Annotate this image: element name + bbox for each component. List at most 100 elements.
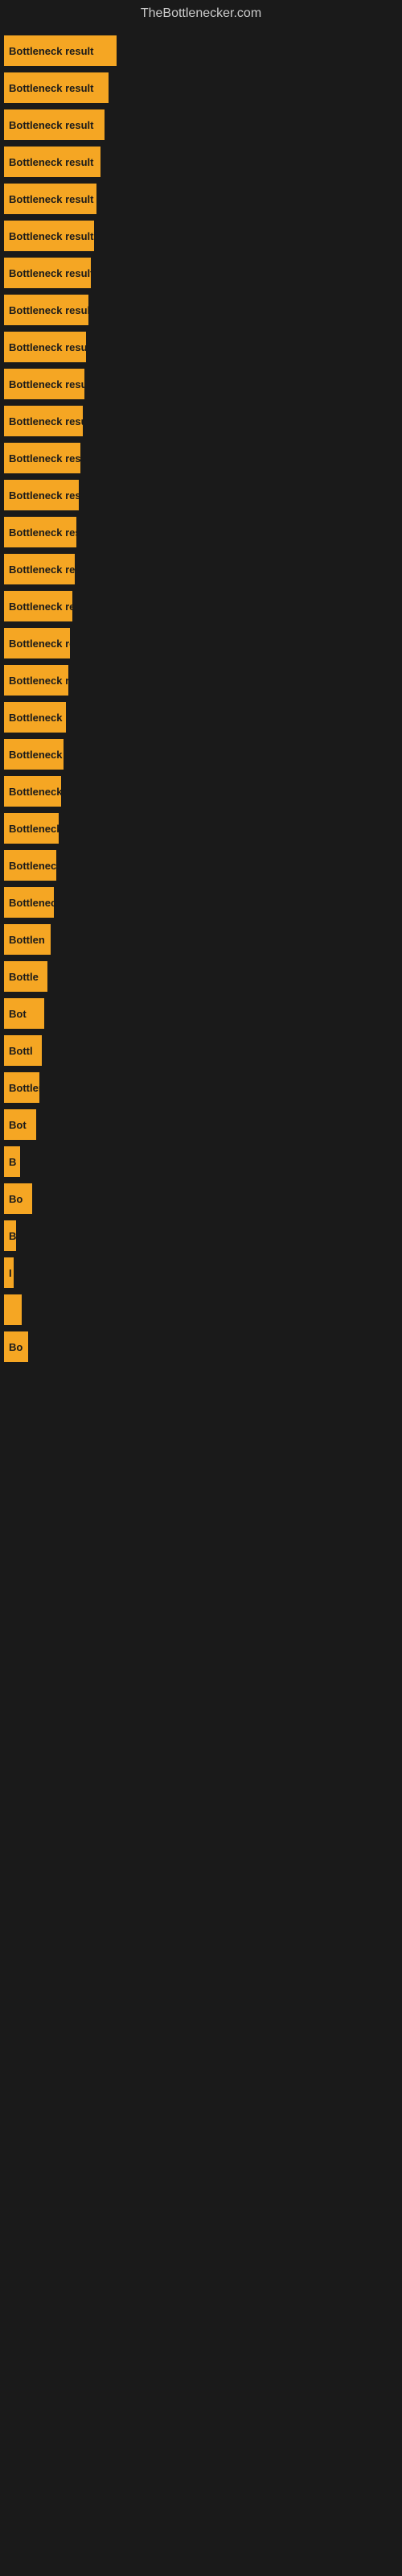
bar-item[interactable]: Bottleneck result (4, 221, 94, 251)
bar-row: Bottleneck r (0, 702, 402, 733)
bar-row: Bottl (0, 1035, 402, 1066)
site-title: TheBottlenecker.com (0, 0, 402, 27)
bar-label: Bottleneck result (9, 341, 86, 353)
bar-item[interactable]: Bottleneck result (4, 369, 84, 399)
bar-item[interactable]: Bottleneck result (4, 295, 88, 325)
bar-item[interactable]: Bottleneck result (4, 35, 117, 66)
bar-row: Bottleneck result (0, 295, 402, 325)
bar-item[interactable]: Bottleneck result (4, 258, 91, 288)
bar-label: Bottleneck re (9, 786, 61, 798)
bar-item[interactable]: Bottleneck result (4, 332, 86, 362)
bar-label: Bottleneck result (9, 45, 93, 57)
bar-label: Bottleneck result (9, 823, 59, 835)
bar-label: Bottleneck result (9, 267, 91, 279)
bar-item[interactable]: Bottleneck resu (4, 665, 68, 696)
bar-row: Bottleneck result (0, 813, 402, 844)
bar-row: B (0, 1146, 402, 1177)
bar-row: Bottleneck resu (0, 887, 402, 918)
bar-row: Bottleneck resu (0, 739, 402, 770)
bar-label: Bottleneck result (9, 601, 72, 613)
bar-item[interactable]: B (4, 1146, 20, 1177)
bar-item[interactable]: Bottleneck result (4, 517, 76, 547)
bar-item[interactable]: Bottleneck r (4, 702, 66, 733)
bar-label: Bottleneck (9, 860, 56, 872)
bar-item[interactable]: Bottleneck (4, 850, 56, 881)
bar-row: B (0, 1220, 402, 1251)
bar-item[interactable]: Bottleneck resu (4, 739, 64, 770)
bar-row: Bottleneck result (0, 517, 402, 547)
bar-label: Bottleneck result (9, 489, 79, 502)
bar-row: Bottleneck re (0, 776, 402, 807)
bar-row: Bot (0, 998, 402, 1029)
bar-item[interactable]: B (4, 1220, 16, 1251)
bar-label: Bottleneck result (9, 564, 75, 576)
bar-row: Bottleneck result (0, 554, 402, 584)
bar-row: Bottleneck result (0, 184, 402, 214)
bar-item[interactable]: Bo (4, 1183, 32, 1214)
bar-item[interactable]: Bottleneck result (4, 813, 59, 844)
bar-label: Bottleneck result (9, 230, 93, 242)
bar-label: Bottleneck result (9, 193, 93, 205)
bar-item[interactable]: Bottleneck result (4, 628, 70, 658)
bar-item[interactable]: Bottlen (4, 924, 51, 955)
bar-label: Bottleneck result (9, 82, 93, 94)
bar-row: Bottleneck result (0, 480, 402, 510)
bar-item[interactable]: Bottleneck re (4, 776, 61, 807)
bar-item[interactable]: Bottle (4, 961, 47, 992)
bar-row: Bottleneck result (0, 109, 402, 140)
bar-item[interactable]: Bottleneck resu (4, 887, 54, 918)
bar-item[interactable]: Bottleneck result (4, 554, 75, 584)
bar-row: Bottlen (0, 924, 402, 955)
bar-row: Bottleneck result (0, 628, 402, 658)
bar-row: Bottleneck result (0, 443, 402, 473)
bar-item[interactable]: Bot (4, 1109, 36, 1140)
bar-item[interactable]: Bo (4, 1331, 28, 1362)
bar-label: Bottleneck resu (9, 675, 68, 687)
bar-item[interactable]: Bottleneck result (4, 443, 80, 473)
bar-item[interactable]: Bottl (4, 1035, 42, 1066)
bar-item[interactable]: Bottlene (4, 1072, 39, 1103)
bar-item[interactable]: Bottleneck result (4, 184, 96, 214)
bar-label: Bot (9, 1008, 27, 1020)
bar-row: Bottleneck result (0, 258, 402, 288)
bar-item[interactable] (4, 1294, 22, 1325)
bar-label: Bottlene (9, 1082, 39, 1094)
bar-label: Bottleneck resu (9, 749, 64, 761)
bar-row: Bottleneck result (0, 147, 402, 177)
bar-label: Bo (9, 1193, 23, 1205)
bar-item[interactable]: I (4, 1257, 14, 1288)
bar-row: Bottleneck result (0, 369, 402, 399)
bar-label: B (9, 1230, 16, 1242)
bar-item[interactable]: Bottleneck result (4, 147, 100, 177)
bar-label: Bot (9, 1119, 27, 1131)
bar-label: B (9, 1156, 16, 1168)
bar-item[interactable]: Bot (4, 998, 44, 1029)
bar-row: I (0, 1257, 402, 1288)
bar-label: Bottleneck result (9, 415, 83, 427)
bar-label: Bottleneck result (9, 526, 76, 539)
bar-row: Bottleneck result (0, 406, 402, 436)
bar-row: Bottleneck result (0, 221, 402, 251)
bar-label: Bottleneck result (9, 156, 93, 168)
bar-label: Bottleneck result (9, 119, 93, 131)
bar-row: Bottle (0, 961, 402, 992)
bar-label: Bo (9, 1341, 23, 1353)
bar-label: Bottle (9, 971, 39, 983)
bar-row: Bottleneck result (0, 332, 402, 362)
bar-row: Bot (0, 1109, 402, 1140)
bar-label: Bottl (9, 1045, 33, 1057)
bar-item[interactable]: Bottleneck result (4, 109, 105, 140)
bar-row: Bottlene (0, 1072, 402, 1103)
bar-label: Bottleneck resu (9, 897, 54, 909)
bar-label: Bottleneck result (9, 452, 80, 464)
bar-label: Bottlen (9, 934, 45, 946)
bar-item[interactable]: Bottleneck result (4, 480, 79, 510)
bar-label: Bottleneck result (9, 638, 70, 650)
bar-item[interactable]: Bottleneck result (4, 406, 83, 436)
bar-row: Bottleneck (0, 850, 402, 881)
bar-row: Bo (0, 1183, 402, 1214)
bar-row: Bottleneck result (0, 591, 402, 621)
bar-item[interactable]: Bottleneck result (4, 72, 109, 103)
bar-item[interactable]: Bottleneck result (4, 591, 72, 621)
bar-label: I (9, 1267, 12, 1279)
